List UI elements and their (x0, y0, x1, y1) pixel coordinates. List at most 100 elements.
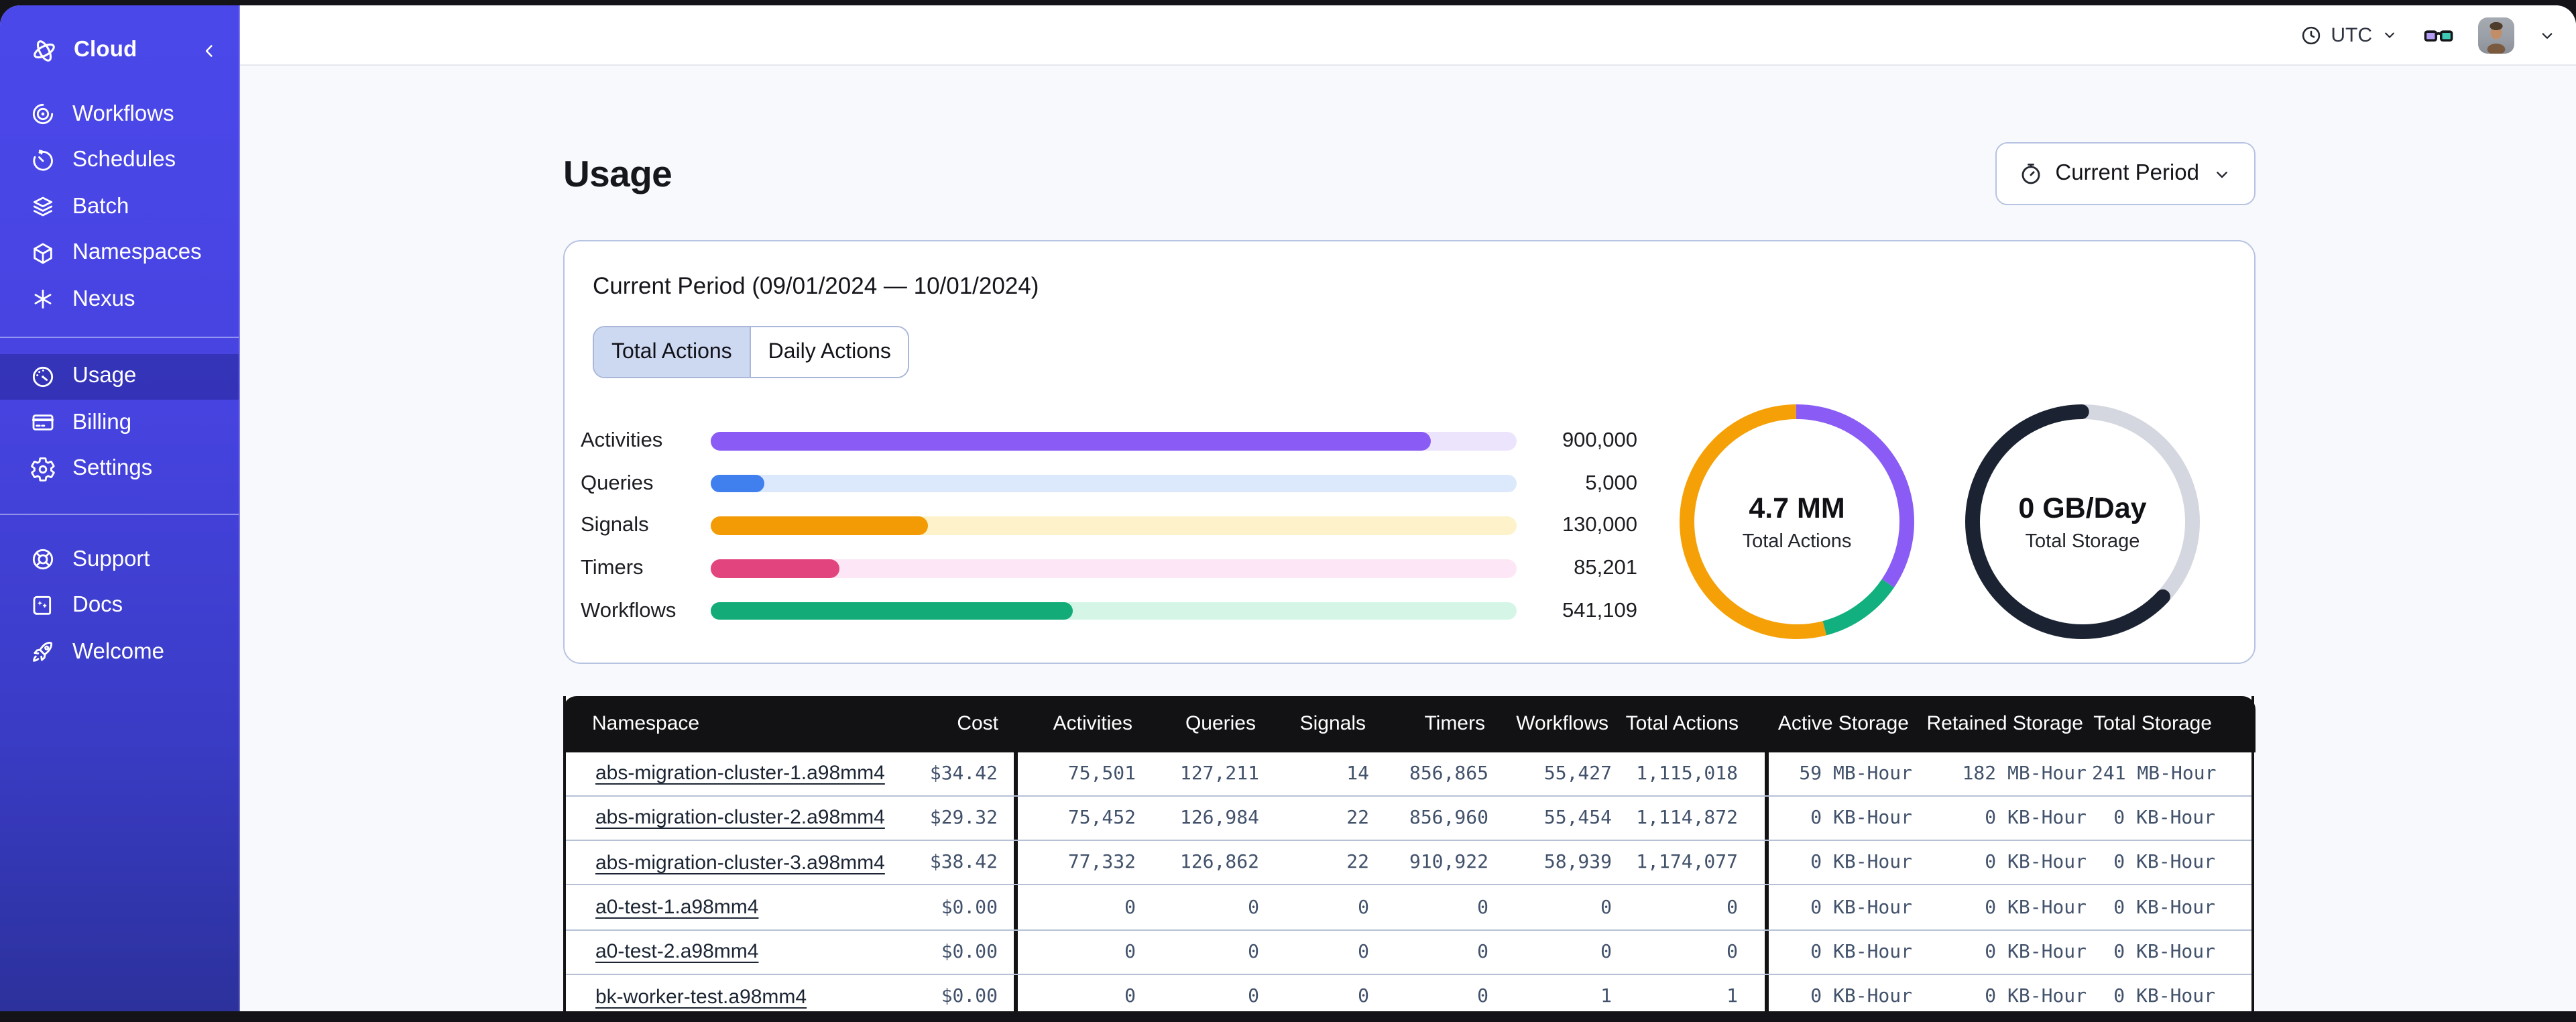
total-storage-cell: 0 KB-Hour (2113, 941, 2215, 963)
total-actions-value: 4.7 MM (1749, 492, 1845, 524)
sidebar-item-support[interactable]: Support (0, 536, 239, 583)
namespace-usage-table: Namespace Cost Activities Queries Signals Tim… (563, 696, 2255, 1011)
table-row: bk-worker-test.a98mm4 $0.00 0 0 0 0 1 1 … (566, 973, 2251, 1011)
active-storage-cell: 0 KB-Hour (1810, 986, 1912, 1008)
namespace-link[interactable]: bk-worker-test.a98mm4 (595, 985, 807, 1008)
schedules-icon (33, 149, 53, 171)
namespace-link[interactable]: a0-test-1.a98mm4 (595, 896, 758, 919)
signals-cell: 0 (1358, 986, 1369, 1008)
retained-storage-cell: 182 MB-Hour (1962, 762, 2087, 785)
stopwatch-icon (2021, 163, 2040, 184)
period-selector-button[interactable]: Current Period (1995, 142, 2256, 205)
column-header-retained-storage: Retained Storage (1926, 712, 2084, 736)
namespace-cell: a0-test-2.a98mm4 (566, 941, 857, 964)
clock-icon (2302, 25, 2321, 44)
column-header-total-actions: Total Actions (1625, 712, 1739, 736)
tab-daily-actions[interactable]: Daily Actions (750, 327, 909, 377)
table-row: abs-migration-cluster-1.a98mm4 $34.42 75… (566, 752, 2251, 795)
total-actions-label: Total Actions (1742, 530, 1852, 552)
activities-cell: 0 (1124, 941, 1136, 963)
support-lifebuoy-icon (32, 549, 54, 570)
app-window: Cloud Workflows Schedules Batch Namespac… (0, 5, 2576, 1011)
total-storage-cell: 241 MB-Hour (2092, 762, 2217, 785)
table-row: a0-test-1.a98mm4 $0.00 0 0 0 0 0 0 0 KB-… (566, 884, 2251, 929)
actions-bar-chart: Activities 900,000 Queries 5,000 Signals… (581, 420, 1637, 632)
sidebar-collapse-icon[interactable] (197, 38, 221, 62)
activities-cell: 75,452 (1067, 807, 1136, 829)
cost-cell: $34.42 (857, 752, 1018, 795)
settings-gear-icon (31, 457, 55, 481)
main-area: UTC Usage Current Period Current Period … (240, 5, 2576, 1011)
sidebar-item-namespaces[interactable]: Namespaces (0, 230, 239, 276)
glasses-icon[interactable] (2422, 18, 2455, 52)
total-storage-label: Total Storage (2025, 530, 2140, 552)
table-header-row: Namespace Cost Activities Queries Signals Tim… (563, 696, 2255, 752)
sidebar-item-batch[interactable]: Batch (0, 184, 239, 230)
bar-track (711, 474, 1517, 493)
tab-total-actions[interactable]: Total Actions (594, 327, 751, 377)
active-storage-cell: 0 KB-Hour (1810, 897, 1912, 919)
sidebar-item-label: Welcome (72, 639, 164, 664)
queries-cell: 0 (1248, 941, 1259, 963)
total-storage-donut: 0 GB/Day Total Storage (1965, 404, 2201, 640)
user-avatar[interactable] (2478, 17, 2514, 53)
timezone-selector[interactable]: UTC (2300, 23, 2399, 46)
column-header-cost: Cost (957, 712, 998, 736)
retained-storage-cell: 0 KB-Hour (1985, 986, 2087, 1008)
namespace-link[interactable]: a0-test-2.a98mm4 (595, 941, 758, 964)
bar-chart-row: Timers 85,201 (581, 547, 1637, 589)
sidebar-title: Cloud (74, 38, 137, 62)
timers-cell: 0 (1477, 941, 1488, 963)
signals-cell: 22 (1346, 852, 1369, 874)
queries-cell: 126,862 (1179, 852, 1259, 874)
cost-cell: $0.00 (857, 930, 1018, 974)
sidebar-item-welcome[interactable]: Welcome (0, 629, 239, 675)
namespace-link[interactable]: abs-migration-cluster-3.a98mm4 (595, 851, 885, 874)
retained-storage-cell: 0 KB-Hour (1985, 897, 2087, 919)
namespace-cell: abs-migration-cluster-1.a98mm4 (566, 762, 885, 785)
bar-category-label: Workflows (581, 599, 677, 622)
total-actions-donut: 4.7 MM Total Actions (1679, 404, 1915, 640)
bar-fill (711, 559, 839, 578)
sidebar-item-settings[interactable]: Settings (0, 446, 239, 492)
activities-cell: 77,332 (1067, 852, 1136, 874)
sidebar-item-label: Docs (72, 593, 123, 618)
active-storage-cell: 59 MB-Hour (1799, 762, 1912, 785)
column-header-namespace: Namespace (592, 712, 700, 736)
sidebar-item-label: Nexus (72, 286, 135, 311)
topbar: UTC (240, 5, 2576, 66)
total-storage-donut-center: 0 GB/Day Total Storage (1965, 404, 2201, 640)
sidebar-item-nexus[interactable]: Nexus (0, 276, 239, 323)
signals-cell: 0 (1358, 897, 1369, 919)
sidebar-item-label: Namespaces (72, 240, 202, 265)
cost-cell: $38.42 (857, 841, 1018, 885)
activities-cell: 75,501 (1067, 762, 1136, 785)
sidebar-divider (0, 514, 239, 515)
page-title: Usage (563, 152, 672, 194)
namespace-link[interactable]: abs-migration-cluster-2.a98mm4 (595, 807, 885, 830)
total-storage-cell: 0 KB-Hour (2113, 897, 2215, 919)
namespace-cell: abs-migration-cluster-2.a98mm4 (566, 807, 885, 830)
account-menu-chevron-icon[interactable] (2537, 25, 2557, 45)
batch-layers-icon (33, 197, 53, 217)
sidebar-item-workflows[interactable]: Workflows (0, 91, 239, 137)
usage-gauge-icon (32, 366, 54, 387)
workflows-cell: 55,454 (1543, 807, 1612, 829)
signals-cell: 22 (1346, 807, 1369, 829)
bar-chart-row: Activities 900,000 (581, 420, 1637, 462)
sidebar-item-usage[interactable]: Usage (0, 353, 239, 400)
sidebar-item-billing[interactable]: Billing (0, 400, 239, 446)
nexus-asterisk-icon (34, 290, 52, 309)
bar-track (711, 559, 1517, 578)
sidebar-item-docs[interactable]: Docs (0, 583, 239, 629)
active-storage-cell: 0 KB-Hour (1810, 852, 1912, 874)
namespace-link[interactable]: abs-migration-cluster-1.a98mm4 (595, 762, 885, 785)
sidebar-item-label: Support (72, 547, 150, 571)
workflows-cell: 1 (1600, 986, 1612, 1008)
sidebar-item-schedules[interactable]: Schedules (0, 137, 239, 184)
period-selector-label: Current Period (2055, 161, 2199, 185)
bar-category-label: Signals (581, 514, 649, 537)
active-storage-cell: 0 KB-Hour (1810, 941, 1912, 963)
table-row: a0-test-2.a98mm4 $0.00 0 0 0 0 0 0 0 KB-… (566, 929, 2251, 974)
sidebar-divider (0, 336, 239, 337)
